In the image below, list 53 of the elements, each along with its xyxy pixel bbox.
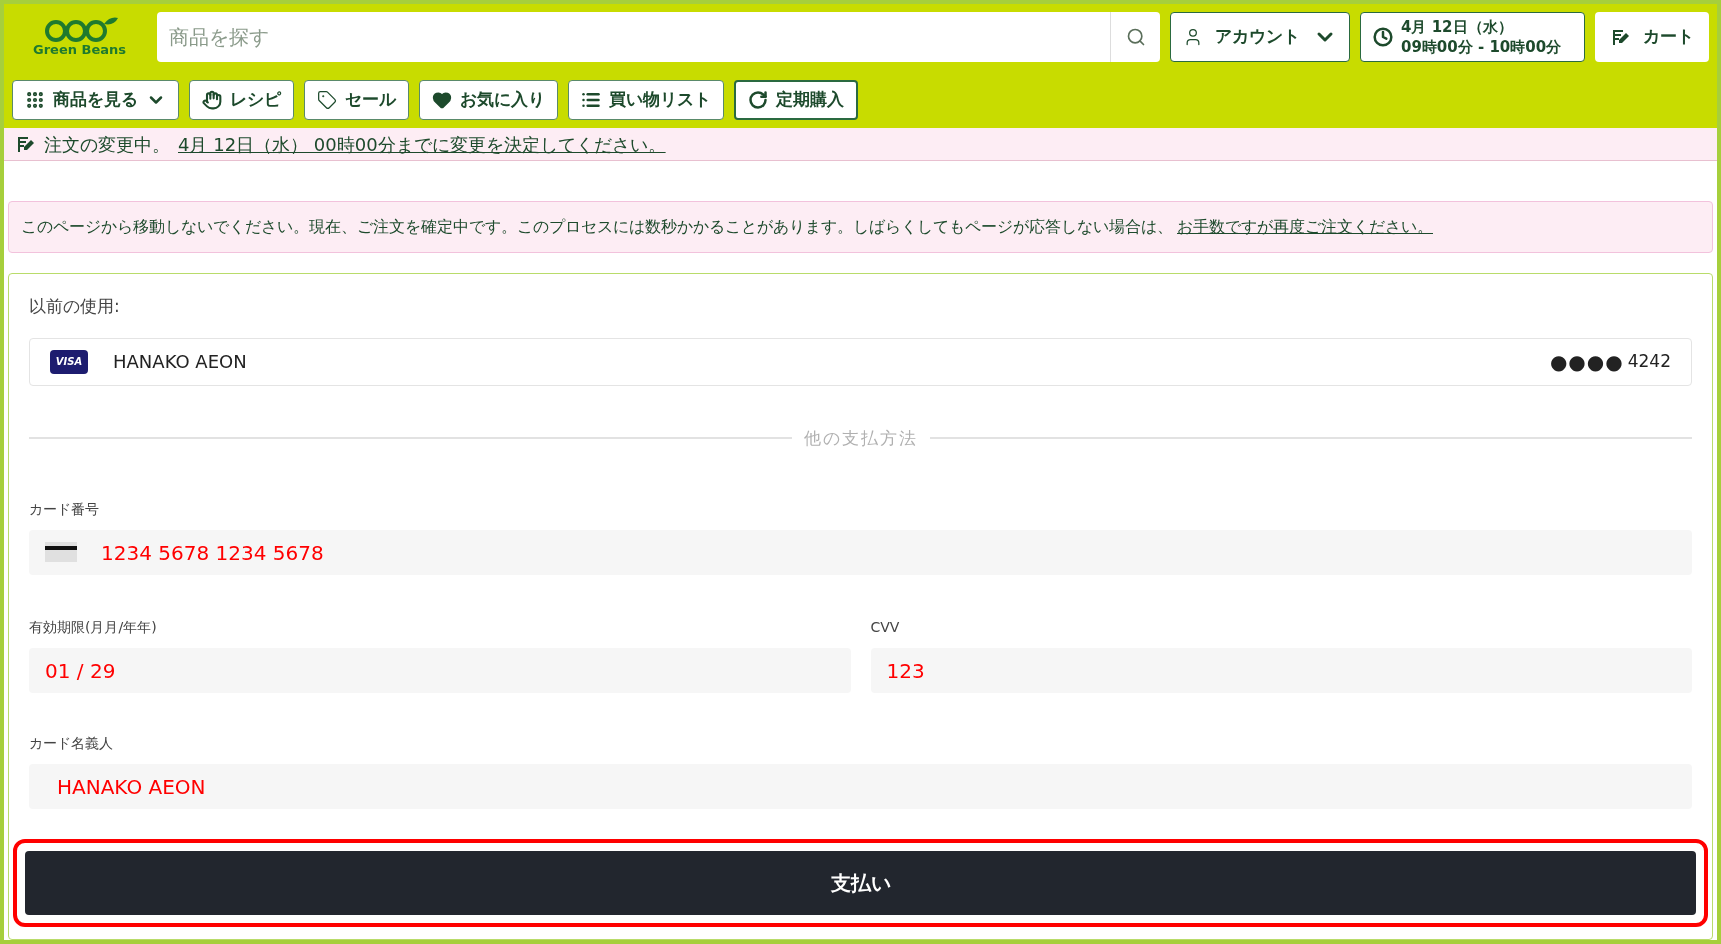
visa-icon: VISA	[50, 349, 88, 374]
card-icon	[45, 542, 77, 562]
edit-note-icon	[16, 134, 36, 154]
nav-label: レシピ	[230, 88, 281, 112]
cart-button[interactable]: カート	[1595, 12, 1709, 62]
nav-label: お気に入り	[460, 88, 545, 112]
order-notice-text: 注文の変更中。	[44, 132, 170, 157]
nav-label: 商品を見る	[53, 88, 138, 112]
divider-label: 他の支払方法	[803, 426, 918, 450]
account-button[interactable]: アカウント	[1170, 12, 1350, 62]
nav-label: 定期購入	[776, 88, 844, 112]
account-label: アカウント	[1215, 25, 1301, 49]
nav-label: セール	[345, 88, 396, 112]
nav-button[interactable]: 買い物リスト	[568, 80, 724, 120]
reorder-link[interactable]: お手数ですが再度ご注文ください。	[1177, 215, 1433, 239]
delivery-time: 09時00分 - 10時00分	[1401, 37, 1562, 57]
cvv-field[interactable]: 123	[870, 648, 1692, 693]
order-deadline-link[interactable]: 4月 12日（水） 00時00分までに変更を決定してください。	[178, 130, 666, 158]
previous-label: 以前の使用:	[29, 295, 121, 318]
pay-button[interactable]: 支払い	[25, 851, 1696, 915]
logo-text: Green Beans	[33, 41, 126, 59]
nav-label: 買い物リスト	[609, 88, 711, 112]
nav-button[interactable]: レシピ	[189, 80, 294, 120]
nav-button[interactable]: お気に入り	[419, 80, 558, 120]
saved-card-option[interactable]: VISA HANAKO AEON ●●●● 4242	[29, 337, 1692, 386]
card-number-field[interactable]: 1234 5678 1234 5678	[29, 530, 1692, 575]
nav-button[interactable]: セール	[304, 80, 409, 120]
field-label: カード名義人	[29, 734, 114, 753]
cart-label: カート	[1642, 25, 1694, 49]
clock-icon	[1373, 27, 1393, 47]
warning-text: このページから移動しないでください。現在、ご注文を確定中です。このプロセスには数秒かかることがあります。しばらくしてもページが応答しない場合は、	[21, 216, 1173, 238]
hand-icon	[202, 90, 222, 110]
delivery-date: 4月 12日（水）	[1401, 17, 1513, 37]
tag-icon	[317, 90, 337, 110]
card-holder-name: HANAKO AEON	[113, 350, 248, 374]
delivery-slot-button[interactable]: 4月 12日（水） 09時00分 - 10時00分	[1360, 12, 1585, 62]
search-icon	[1125, 27, 1146, 47]
field-label: 有効期限(月月/年年)	[29, 618, 158, 637]
search-field[interactable]: 商品を探す	[157, 12, 1110, 62]
masked-dots: ●●●●	[1549, 348, 1624, 376]
cardholder-field[interactable]: HANAKO AEON	[29, 764, 1692, 809]
search-button[interactable]	[1110, 12, 1160, 62]
expiry-field[interactable]: 01 / 29	[29, 648, 851, 693]
nav-button[interactable]: 定期購入	[734, 80, 858, 120]
field-label: カード番号	[29, 500, 100, 519]
refresh-icon	[748, 90, 768, 110]
card-last4: 4242	[1627, 349, 1671, 373]
grid-icon	[25, 90, 45, 110]
field-label: CVV	[870, 618, 901, 637]
heart-icon	[432, 90, 452, 110]
edit-note-icon	[1610, 27, 1631, 47]
list-icon	[581, 90, 601, 110]
nav-button[interactable]: 商品を見る	[12, 80, 179, 120]
